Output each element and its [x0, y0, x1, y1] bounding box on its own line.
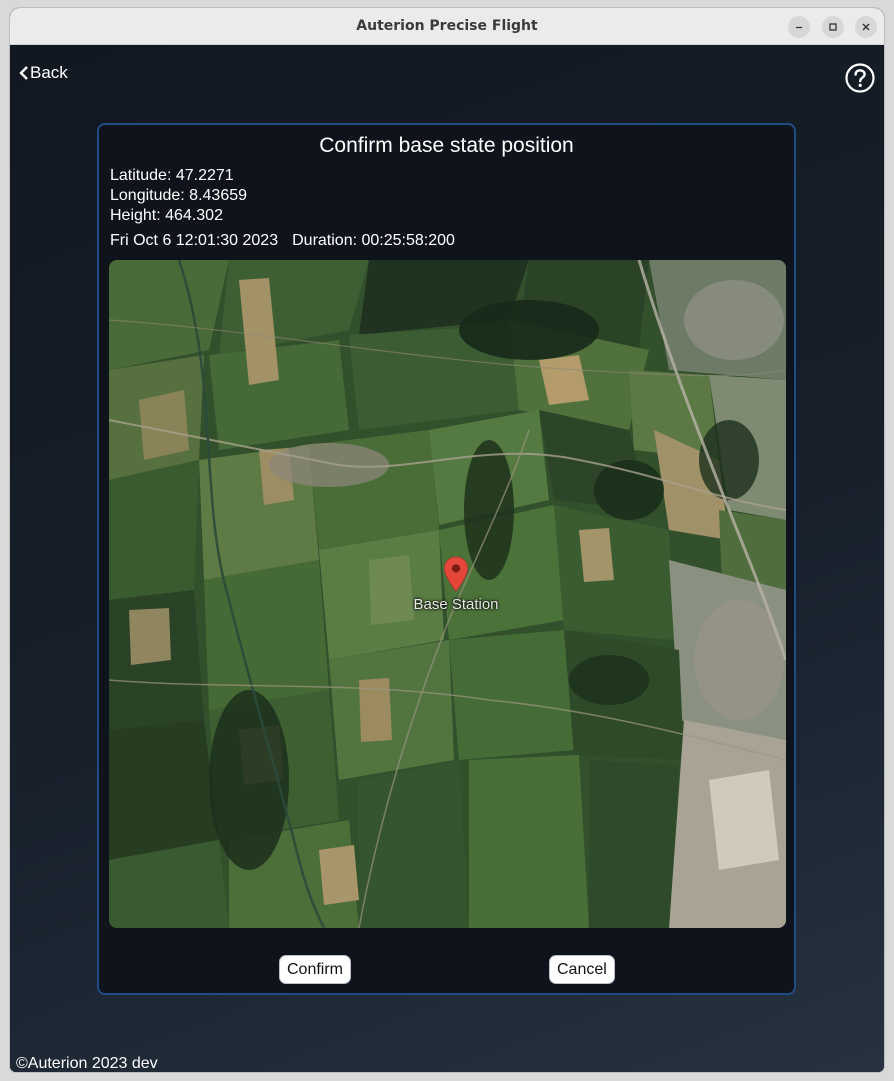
minimize-button[interactable] [788, 16, 810, 38]
app-content: Back Confirm base state position Latitud… [10, 45, 884, 1072]
confirm-button[interactable]: Confirm [279, 955, 352, 984]
satellite-map[interactable]: Base Station [109, 260, 786, 928]
close-icon [862, 23, 870, 31]
copyright-footer: ©Auterion 2023 dev [16, 1055, 158, 1072]
confirm-position-dialog: Confirm base state position Latitude: 47… [97, 123, 796, 995]
app-window: Auterion Precise Flight Back Confirm bas… [10, 8, 884, 1072]
latitude-text: Latitude: 47.2271 [110, 167, 234, 184]
cancel-button[interactable]: Cancel [549, 955, 615, 984]
marker-label: Base Station [413, 596, 499, 613]
map-terrain [109, 260, 786, 928]
help-button[interactable] [844, 62, 876, 94]
question-circle-icon [845, 63, 875, 93]
title-bar[interactable]: Auterion Precise Flight [10, 8, 884, 45]
chevron-left-icon [19, 66, 28, 80]
timestamp-text: Fri Oct 6 12:01:30 2023 [110, 232, 279, 249]
maximize-icon [829, 23, 837, 31]
minimize-icon [796, 26, 802, 29]
maximize-button[interactable] [822, 16, 844, 38]
longitude-text: Longitude: 8.43659 [110, 187, 248, 204]
back-label: Back [30, 63, 68, 82]
window-title: Auterion Precise Flight [356, 18, 538, 34]
map-pin-icon[interactable] [443, 556, 469, 592]
back-button[interactable]: Back [19, 63, 68, 83]
time-row: Fri Oct 6 12:01:30 2023 Duration: 00:25:5… [110, 232, 455, 250]
duration-text: Duration: 00:25:58:200 [292, 232, 455, 249]
close-button[interactable] [855, 16, 877, 38]
dialog-title: Confirm base state position [319, 134, 574, 157]
height-text: Height: 464.302 [110, 207, 223, 224]
